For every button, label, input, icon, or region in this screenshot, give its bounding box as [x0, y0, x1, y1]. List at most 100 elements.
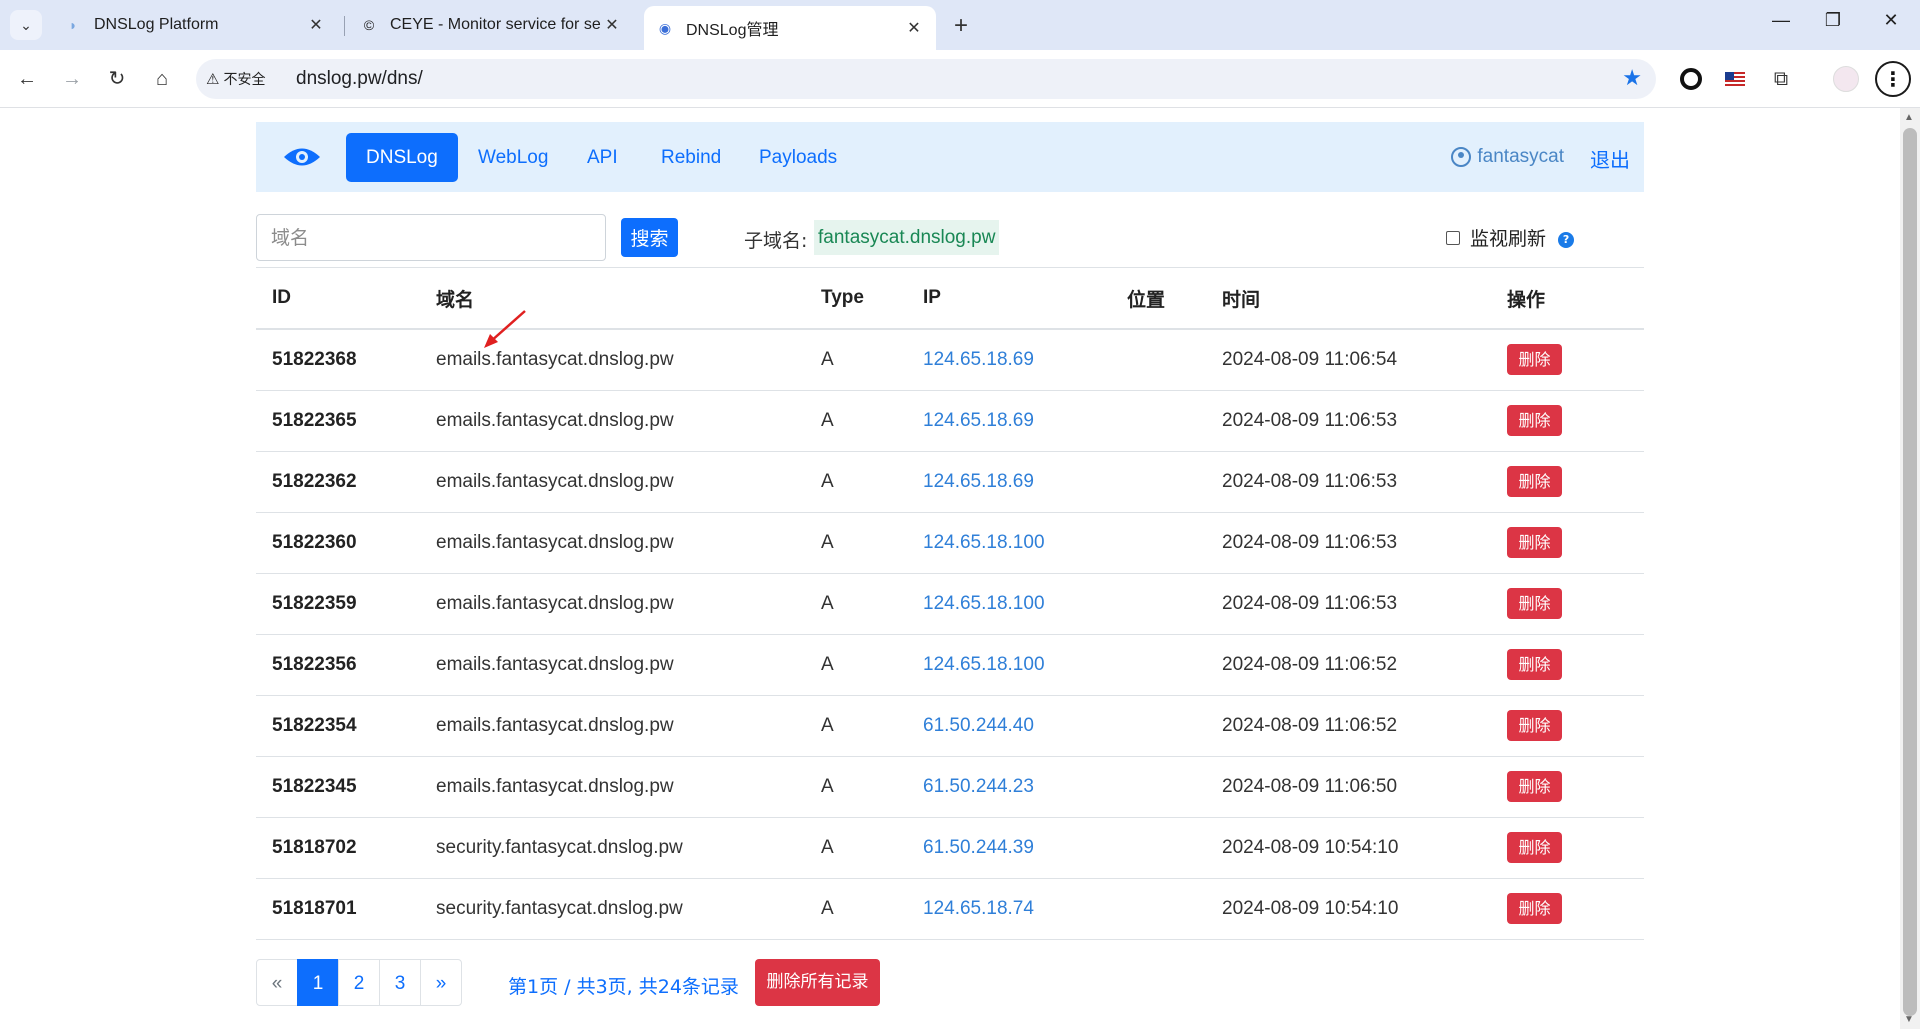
tab-close-icon[interactable]: ✕ — [904, 18, 924, 38]
record-type: A — [805, 756, 907, 818]
record-domain: emails.fantasycat.dnslog.pw — [420, 451, 805, 513]
tab-title: DNSLog Platform — [94, 16, 219, 33]
new-tab-icon[interactable]: + — [948, 12, 974, 40]
browser-toolbar: ← → ↻ ⌂ ⚠ 不安全 dnslog.pw/dns/ ★ ⧉ ⋮ — [0, 50, 1920, 108]
record-id: 51822345 — [256, 756, 420, 818]
window-close-icon[interactable]: ✕ — [1876, 10, 1906, 31]
record-action-cell: 删除 — [1491, 390, 1644, 452]
page-button-2[interactable]: 2 — [338, 958, 380, 1006]
eye-favicon-icon: ◉ — [658, 19, 672, 36]
record-ip-link[interactable]: 124.65.18.74 — [907, 878, 1111, 940]
tab-dnslog-admin[interactable]: ◉ DNSLog管理 ✕ — [644, 6, 936, 50]
record-time: 2024-08-09 11:06:50 — [1206, 756, 1491, 818]
logout-link[interactable]: 退出 — [1590, 144, 1630, 173]
tab-divider — [344, 16, 345, 36]
user-menu[interactable]: fantasycat — [1451, 146, 1564, 168]
extension-flag-icon[interactable] — [1721, 65, 1749, 93]
delete-button[interactable]: 删除 — [1507, 893, 1562, 924]
record-domain: emails.fantasycat.dnslog.pw — [420, 695, 805, 757]
scrollbar-thumb[interactable] — [1903, 128, 1917, 1016]
record-id: 51822360 — [256, 512, 420, 574]
bookmark-star-icon[interactable]: ★ — [1622, 65, 1642, 91]
help-icon[interactable]: ? — [1558, 231, 1575, 248]
record-type: A — [805, 634, 907, 696]
record-location — [1111, 817, 1206, 879]
record-ip-link[interactable]: 124.65.18.69 — [907, 390, 1111, 452]
record-time: 2024-08-09 10:54:10 — [1206, 817, 1491, 879]
delete-button[interactable]: 删除 — [1507, 344, 1562, 376]
table-row: 51822360 emails.fantasycat.dnslog.pw A 1… — [256, 512, 1644, 574]
monitor-refresh-checkbox[interactable] — [1446, 230, 1460, 245]
record-ip-link[interactable]: 124.65.18.100 — [907, 512, 1111, 574]
tab-close-icon[interactable]: ✕ — [306, 15, 326, 35]
search-row: 搜索 子域名: fantasycat.dnslog.pw 监视刷新 ? — [256, 192, 1644, 268]
monitor-refresh-toggle[interactable]: 监视刷新 ? — [1446, 224, 1575, 251]
profile-avatar[interactable] — [1832, 65, 1860, 93]
record-ip-link[interactable]: 124.65.18.69 — [907, 329, 1111, 391]
domain-search-input[interactable] — [256, 214, 606, 261]
reload-icon[interactable]: ↻ — [102, 64, 132, 94]
record-domain: security.fantasycat.dnslog.pw — [420, 878, 805, 940]
subdomain-value: fantasycat.dnslog.pw — [814, 220, 1000, 255]
tab-search-dropdown[interactable]: ⌄ — [10, 10, 42, 40]
delete-button[interactable]: 删除 — [1507, 527, 1562, 558]
home-icon[interactable]: ⌂ — [147, 64, 177, 94]
page-button-1[interactable]: 1 — [297, 958, 339, 1006]
delete-button[interactable]: 删除 — [1507, 466, 1562, 497]
header-ip: IP — [907, 268, 1111, 330]
back-icon[interactable]: ← — [12, 64, 42, 94]
record-time: 2024-08-09 11:06:53 — [1206, 573, 1491, 635]
record-action-cell: 删除 — [1491, 329, 1644, 391]
ceye-favicon-icon: © — [363, 17, 375, 33]
address-bar[interactable]: ⚠ 不安全 dnslog.pw/dns/ ★ — [196, 59, 1656, 99]
delete-button[interactable]: 删除 — [1507, 649, 1562, 680]
record-ip-link[interactable]: 124.65.18.69 — [907, 451, 1111, 513]
record-time: 2024-08-09 11:06:54 — [1206, 329, 1491, 391]
record-time: 2024-08-09 10:54:10 — [1206, 878, 1491, 940]
record-ip-link[interactable]: 61.50.244.39 — [907, 817, 1111, 879]
browser-menu-icon[interactable]: ⋮ — [1875, 61, 1911, 97]
nav-rebind[interactable]: Rebind — [641, 133, 741, 182]
delete-button[interactable]: 删除 — [1507, 771, 1562, 802]
warning-icon: ⚠ — [206, 71, 220, 88]
url-text[interactable]: dnslog.pw/dns/ — [296, 68, 423, 90]
record-time: 2024-08-09 11:06:53 — [1206, 512, 1491, 574]
tab-dnslog-platform[interactable]: ◗ DNSLog Platform ✕ — [52, 6, 338, 44]
site-navbar: DNSLog WebLog API Rebind Payloads fantas… — [256, 122, 1644, 192]
extensions-puzzle-icon[interactable]: ⧉ — [1767, 65, 1795, 93]
eye-logo-icon[interactable] — [282, 144, 322, 170]
tab-close-icon[interactable]: ✕ — [602, 15, 622, 35]
nav-dnslog[interactable]: DNSLog — [346, 133, 458, 182]
record-ip-link[interactable]: 61.50.244.40 — [907, 695, 1111, 757]
page-scrollbar[interactable]: ▲ ▼ — [1900, 108, 1920, 1029]
record-ip-link[interactable]: 124.65.18.100 — [907, 634, 1111, 696]
delete-button[interactable]: 删除 — [1507, 710, 1562, 741]
page-next-button[interactable]: » — [420, 958, 462, 1006]
page-button-3[interactable]: 3 — [379, 958, 421, 1006]
delete-all-button[interactable]: 删除所有记录 — [755, 958, 880, 1006]
record-id: 51822368 — [256, 329, 420, 391]
header-time: 时间 — [1206, 268, 1491, 330]
record-action-cell: 删除 — [1491, 573, 1644, 635]
extension-ring-icon[interactable] — [1677, 65, 1705, 93]
scroll-up-icon[interactable]: ▲ — [1904, 112, 1914, 123]
search-button[interactable]: 搜索 — [621, 218, 678, 257]
user-icon — [1451, 147, 1472, 167]
nav-payloads[interactable]: Payloads — [739, 133, 857, 182]
restore-icon[interactable]: ❐ — [1818, 10, 1848, 31]
tab-ceye[interactable]: © CEYE - Monitor service for se ✕ — [348, 6, 634, 44]
scroll-down-icon[interactable]: ▼ — [1904, 1014, 1914, 1025]
page-prev-button[interactable]: « — [256, 958, 298, 1006]
record-ip-link[interactable]: 124.65.18.100 — [907, 573, 1111, 635]
delete-button[interactable]: 删除 — [1507, 832, 1562, 863]
record-domain: emails.fantasycat.dnslog.pw — [420, 573, 805, 635]
delete-button[interactable]: 删除 — [1507, 405, 1562, 436]
record-ip-link[interactable]: 61.50.244.23 — [907, 756, 1111, 818]
record-time: 2024-08-09 11:06:53 — [1206, 390, 1491, 452]
minimize-icon[interactable]: — — [1766, 10, 1796, 31]
nav-weblog[interactable]: WebLog — [458, 133, 568, 182]
delete-button[interactable]: 删除 — [1507, 588, 1562, 619]
security-indicator[interactable]: ⚠ 不安全 — [206, 67, 265, 91]
forward-icon[interactable]: → — [57, 64, 87, 94]
nav-api[interactable]: API — [567, 133, 638, 182]
